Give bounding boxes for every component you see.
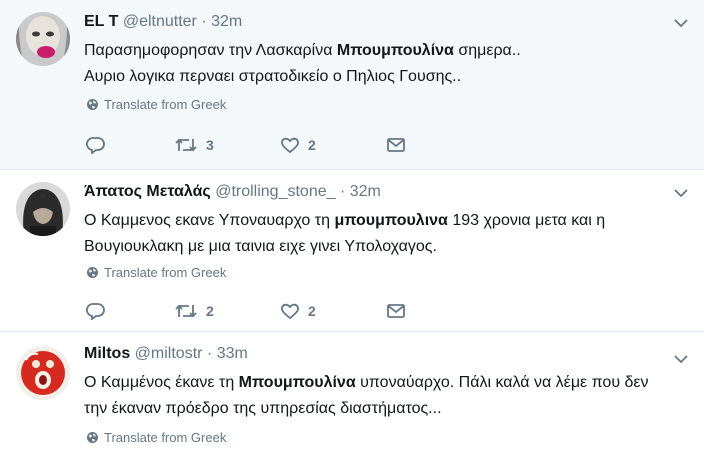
author-name[interactable]: Άπατος Μεταλάς — [84, 183, 211, 200]
globe-icon — [87, 99, 98, 110]
like-count: 2 — [308, 137, 316, 153]
tweet-header: Άπατος Μεταλάς @trolling_stone_ · 32m — [84, 182, 381, 202]
retweet-button[interactable]: 2 — [174, 300, 248, 322]
globe-icon — [87, 432, 98, 443]
reply-icon — [86, 137, 105, 154]
chevron-down-icon[interactable] — [672, 16, 690, 30]
retweet-button[interactable]: 3 — [174, 134, 248, 156]
separator-dot: · — [206, 345, 213, 362]
translate-link[interactable]: Translate from Greek — [86, 430, 226, 445]
reply-button[interactable] — [86, 134, 142, 156]
like-button[interactable]: 2 — [280, 300, 354, 322]
translate-link[interactable]: Translate from Greek — [86, 265, 226, 280]
translate-label: Translate from Greek — [104, 97, 227, 112]
timestamp[interactable]: 33m — [217, 345, 248, 362]
chevron-down-icon[interactable] — [672, 186, 690, 200]
tweet-header: EL T @eltnutter · 32m — [84, 12, 242, 32]
hashtag-highlight: Μπουμπουλίνα — [336, 42, 454, 59]
retweet-icon — [175, 138, 197, 152]
translate-label: Translate from Greek — [104, 430, 227, 445]
like-count: 2 — [308, 303, 316, 319]
author-handle[interactable]: @miltostr — [135, 345, 203, 362]
retweet-icon — [175, 304, 197, 318]
tweet-actions: 2 2 — [86, 300, 438, 322]
tweet-text-line: Βουγιουκλακη με μια ταινια ειχε γινει Υπ… — [84, 238, 437, 255]
envelope-icon — [387, 138, 405, 152]
reply-icon — [86, 303, 105, 320]
like-button[interactable]: 2 — [280, 134, 354, 156]
avatar[interactable] — [16, 346, 70, 400]
envelope-icon — [387, 304, 405, 318]
dm-button[interactable] — [386, 300, 406, 322]
tweet-text-line: Αυριο λογικα περναει στρατοδικείο ο Πηλι… — [84, 68, 462, 85]
chevron-down-icon[interactable] — [672, 352, 690, 366]
author-handle[interactable]: @trolling_stone_ — [215, 183, 335, 200]
hashtag-highlight: Μπουμπουλίνα — [238, 374, 356, 391]
author-handle[interactable]: @eltnutter — [123, 13, 197, 30]
timestamp[interactable]: 32m — [211, 13, 242, 30]
tweet-text: Ο Καμμενος εκανε Υποναυαρχο τη μπουμπουλ… — [84, 208, 684, 260]
retweet-count: 2 — [206, 303, 214, 319]
separator-dot: · — [201, 13, 207, 30]
dm-button[interactable] — [386, 134, 406, 156]
tweet-text-line: Ο Καμμένος έκανε τη Μπουμπουλίνα υποναύα… — [84, 374, 649, 391]
tweet-3[interactable]: Miltos @miltostr · 33m Ο Καμμένος έκανε … — [0, 332, 704, 463]
tweet-text: Ο Καμμένος έκανε τη Μπουμπουλίνα υποναύα… — [84, 370, 684, 422]
translate-label: Translate from Greek — [104, 265, 227, 280]
tweet-text-line: Παρασημοφορησαν την Λασκαρίνα Μπουμπουλί… — [84, 42, 521, 59]
heart-icon — [281, 303, 299, 320]
globe-icon — [87, 267, 98, 278]
tweet-text: Παρασημοφορησαν την Λασκαρίνα Μπουμπουλί… — [84, 38, 684, 90]
author-name[interactable]: Miltos — [84, 345, 130, 362]
tweet-text-line: Ο Καμμενος εκανε Υποναυαρχο τη μπουμπουλ… — [84, 212, 606, 229]
hashtag-highlight: μπουμπουλινα — [334, 212, 448, 229]
avatar[interactable] — [16, 12, 70, 66]
author-name[interactable]: EL T — [84, 13, 118, 30]
tweet-text-line: την έκαναν πρόεδρο της υπηρεσίας διαστήμ… — [84, 400, 442, 417]
tweet-header: Miltos @miltostr · 33m — [84, 344, 248, 364]
translate-link[interactable]: Translate from Greek — [86, 97, 226, 112]
reply-button[interactable] — [86, 300, 142, 322]
separator-dot: · — [339, 183, 346, 200]
tweet-1[interactable]: EL T @eltnutter · 32m Παρασημοφορησαν τη… — [0, 0, 704, 170]
tweet-actions: 3 2 — [86, 134, 438, 156]
timestamp[interactable]: 32m — [350, 183, 381, 200]
tweet-2[interactable]: Άπατος Μεταλάς @trolling_stone_ · 32m Ο … — [0, 170, 704, 332]
avatar[interactable] — [16, 182, 70, 236]
heart-icon — [281, 137, 299, 154]
retweet-count: 3 — [206, 137, 214, 153]
